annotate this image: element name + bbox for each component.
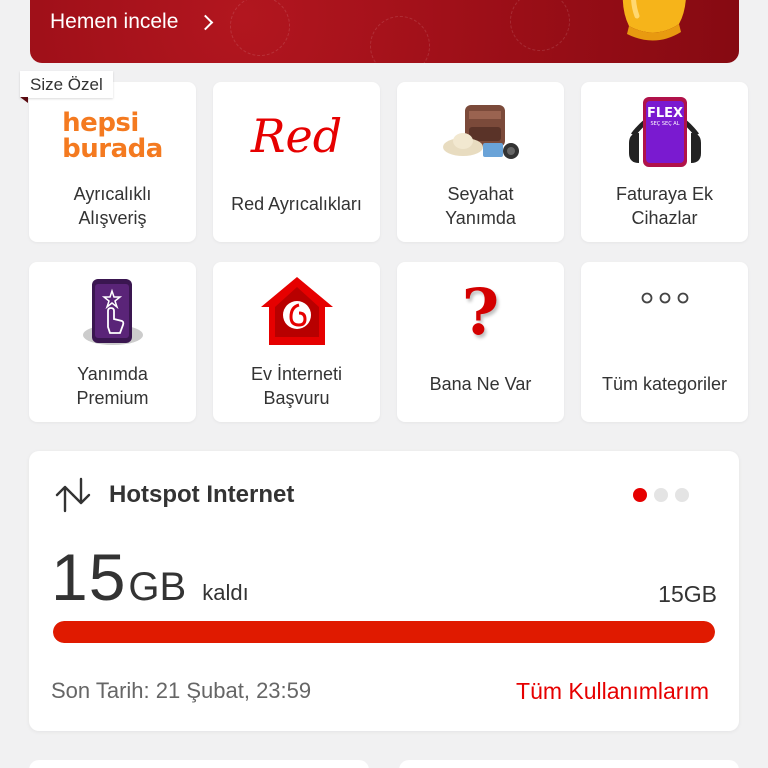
logo-line: hepsi bbox=[62, 108, 139, 138]
chevron-right-icon bbox=[198, 14, 214, 30]
snowflake-decoration bbox=[510, 0, 570, 51]
more-dots-icon bbox=[581, 262, 748, 362]
tile-bana-ne-var[interactable]: ? Bana Ne Var bbox=[397, 262, 564, 422]
logo-line: burada bbox=[62, 134, 163, 164]
tile-label: Faturaya Ek Cihazlar bbox=[615, 184, 714, 228]
banner-cta-label: Hemen incele bbox=[50, 10, 179, 33]
flex-logo-text: FLEX bbox=[646, 106, 682, 121]
red-logo: Red bbox=[213, 82, 380, 182]
remaining-amount: 15 GB kaldı bbox=[51, 539, 249, 615]
banner-cta-link[interactable]: Hemen incele bbox=[50, 10, 214, 34]
all-usage-link[interactable]: Tüm Kullanımlarım bbox=[516, 678, 709, 705]
remaining-suffix: kaldı bbox=[202, 580, 249, 605]
tile-all-categories[interactable]: Tüm kategoriler bbox=[581, 262, 748, 422]
snowflake-decoration bbox=[370, 16, 430, 63]
tile-red[interactable]: Red Red Ayrıcalıkları bbox=[213, 82, 380, 242]
red-logo-text: Red bbox=[250, 109, 343, 163]
hotspot-usage-card[interactable]: Hotspot Internet 15 GB kaldı 15GB Son Ta… bbox=[29, 451, 739, 731]
pager-dot-active[interactable] bbox=[633, 488, 647, 502]
bell-icon bbox=[622, 0, 686, 41]
special-offer-tag: Size Özel bbox=[20, 71, 113, 98]
tag-fold bbox=[20, 97, 28, 103]
tile-label: Tüm kategoriler bbox=[601, 374, 728, 394]
usage-progress-bar bbox=[53, 621, 715, 643]
travel-luggage-icon bbox=[397, 82, 564, 182]
question-mark-icon: ? bbox=[397, 262, 564, 362]
tile-hepsiburada[interactable]: hepsi burada Ayrıcalıklı Alışveriş bbox=[29, 82, 196, 242]
tile-home-internet[interactable]: Ev İnterneti Başvuru bbox=[213, 262, 380, 422]
flex-phone-icon: FLEX SEÇ SEÇ AL bbox=[581, 82, 748, 182]
transfer-arrows-icon bbox=[55, 477, 91, 513]
remaining-unit: GB bbox=[128, 565, 187, 609]
tile-label: Seyahat Yanımda bbox=[445, 184, 516, 228]
tile-label: Ev İnterneti Başvuru bbox=[250, 364, 343, 408]
snowflake-decoration bbox=[230, 0, 290, 56]
tile-label: Ayrıcalıklı Alışveriş bbox=[73, 184, 152, 228]
deadline-text: Son Tarih: 21 Şubat, 23:59 bbox=[51, 678, 312, 703]
pager-dots[interactable] bbox=[633, 488, 689, 502]
promo-banner[interactable]: Hemen incele bbox=[30, 0, 739, 63]
tile-label: Red Ayrıcalıkları bbox=[231, 194, 362, 214]
pager-dot[interactable] bbox=[654, 488, 668, 502]
question-mark-glyph: ? bbox=[461, 274, 500, 350]
tile-travel[interactable]: Seyahat Yanımda bbox=[397, 82, 564, 242]
tile-premium[interactable]: Yanımda Premium bbox=[29, 262, 196, 422]
bottom-card[interactable] bbox=[399, 760, 739, 768]
tile-label: Bana Ne Var bbox=[429, 374, 532, 394]
remaining-value: 15 bbox=[51, 540, 127, 614]
total-amount: 15GB bbox=[658, 581, 717, 607]
usage-progress-fill bbox=[53, 621, 715, 643]
tile-flex[interactable]: FLEX SEÇ SEÇ AL Faturaya Ek Cihazlar bbox=[581, 82, 748, 242]
premium-phone-icon bbox=[29, 262, 196, 362]
tile-label: Yanımda Premium bbox=[76, 364, 149, 408]
card-title: Hotspot Internet bbox=[109, 481, 295, 508]
pager-dot[interactable] bbox=[675, 488, 689, 502]
bottom-card[interactable] bbox=[29, 760, 369, 768]
flex-logo-sub: SEÇ SEÇ AL bbox=[650, 121, 679, 127]
home-internet-icon bbox=[213, 262, 380, 362]
